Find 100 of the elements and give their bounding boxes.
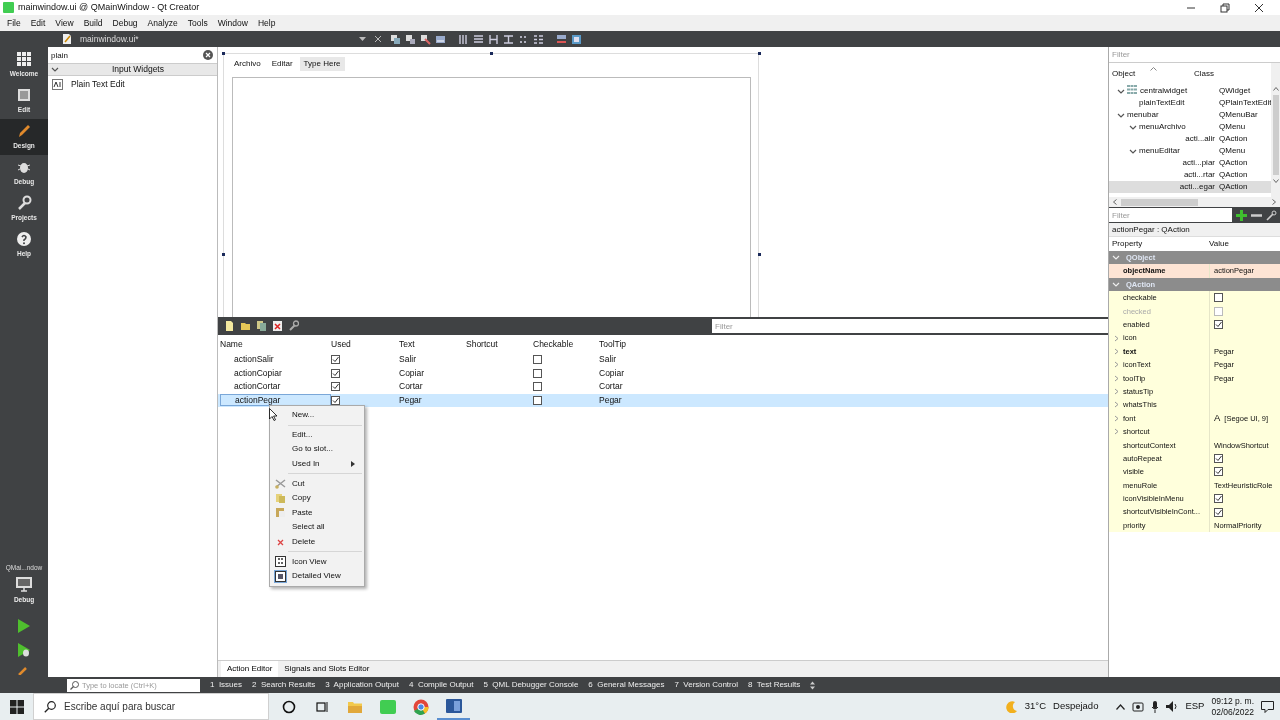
run-icon[interactable] xyxy=(17,619,31,633)
menu-item[interactable]: View xyxy=(50,16,79,30)
scroll-right-icon[interactable] xyxy=(1272,199,1276,205)
scroll-up-icon[interactable] xyxy=(1272,87,1279,91)
scroll-left-icon[interactable] xyxy=(1113,199,1117,205)
copy-icon[interactable] xyxy=(256,320,267,332)
menu-item[interactable]: Editar xyxy=(267,57,297,71)
notifications-icon[interactable] xyxy=(1261,700,1274,713)
column-header[interactable]: Text xyxy=(399,337,466,351)
language-indicator[interactable]: ESP xyxy=(1185,699,1205,714)
category-header[interactable]: Input Widgets xyxy=(48,63,217,76)
scrollbar[interactable] xyxy=(1271,63,1280,197)
cortana-circle-icon[interactable] xyxy=(281,699,296,714)
tree-row[interactable]: acti...rtar QAction xyxy=(1109,169,1272,181)
menu-item[interactable]: Window xyxy=(212,16,253,30)
output-pane-button[interactable]: 8 Test Results xyxy=(748,679,801,691)
clear-icon[interactable] xyxy=(203,50,213,60)
close-icon[interactable] xyxy=(1254,2,1264,13)
horizontal-splitter-icon[interactable] xyxy=(488,33,499,45)
grid-layout-icon[interactable] xyxy=(533,33,544,45)
up-down-arrows-icon[interactable] xyxy=(810,680,816,690)
column-header[interactable]: Value xyxy=(1209,238,1229,250)
tree-row[interactable]: menubar QMenuBar xyxy=(1109,109,1272,121)
filter-field[interactable]: Filter xyxy=(712,319,1108,333)
tree-row[interactable]: menuArchivo QMenu xyxy=(1109,121,1272,133)
wrench-icon[interactable] xyxy=(288,320,299,332)
checkbox[interactable] xyxy=(1214,293,1223,303)
tree-row[interactable]: acti...alir QAction xyxy=(1109,133,1272,145)
widget-item[interactable]: Plain Text Edit xyxy=(48,76,217,93)
resize-handle[interactable] xyxy=(758,52,761,55)
tab[interactable]: Signals and Slots Editor xyxy=(278,661,376,677)
break-layout-icon[interactable] xyxy=(556,33,567,45)
table-row[interactable]: actionPegar Pegar Pegar xyxy=(218,393,1108,407)
task-view-icon[interactable] xyxy=(314,699,329,714)
restore-icon[interactable] xyxy=(1220,2,1230,13)
menu-item[interactable]: Go to slot... xyxy=(270,442,364,457)
menu-item[interactable]: Edit xyxy=(25,16,51,30)
column-header[interactable]: Property xyxy=(1112,238,1209,250)
checkbox[interactable] xyxy=(1214,320,1223,330)
chevron-up-icon[interactable] xyxy=(1116,703,1126,710)
document-tab[interactable]: mainwindow.ui* xyxy=(80,32,139,46)
output-pane-button[interactable]: 7 Version Control xyxy=(674,679,738,691)
menu-item[interactable]: File xyxy=(2,16,26,30)
camera-icon[interactable] xyxy=(1132,701,1145,712)
menu-item[interactable]: Debug xyxy=(107,16,143,30)
menu-item[interactable]: Select all xyxy=(270,520,364,535)
checkbox[interactable] xyxy=(533,368,542,378)
checkbox[interactable] xyxy=(1214,454,1223,464)
output-pane-button[interactable]: 1 Issues xyxy=(210,679,242,691)
microphone-icon[interactable] xyxy=(1151,700,1160,713)
resize-handle[interactable] xyxy=(222,52,225,55)
menu-placeholder[interactable]: Type Here xyxy=(299,57,345,71)
table-row[interactable]: actionSalir Salir Salir xyxy=(218,353,1108,367)
menu-item[interactable]: Edit... xyxy=(270,427,364,443)
scroll-thumb[interactable] xyxy=(1121,198,1198,206)
scroll-down-icon[interactable] xyxy=(1272,179,1279,183)
tree-row[interactable]: plainTextEdit QPlainTextEdit xyxy=(1109,97,1272,109)
menu-item[interactable]: Paste xyxy=(270,505,364,521)
widget-editing-icon[interactable] xyxy=(390,33,401,45)
add-icon[interactable] xyxy=(1236,209,1247,221)
chevron-down-icon[interactable] xyxy=(1129,147,1137,155)
dropdown-icon[interactable] xyxy=(359,36,366,42)
chevron-down-icon[interactable] xyxy=(1117,87,1125,95)
checkbox[interactable] xyxy=(533,355,542,365)
menu-item[interactable]: Delete xyxy=(270,534,364,550)
form-layout-icon[interactable] xyxy=(518,33,529,45)
menu-item[interactable]: Detailed View xyxy=(270,568,364,584)
scroll-thumb[interactable] xyxy=(1272,95,1279,175)
output-pane-button[interactable]: 6 General Messages xyxy=(588,679,665,691)
column-header[interactable]: Object xyxy=(1112,68,1168,80)
output-pane-button[interactable]: 3 Application Output xyxy=(325,679,399,691)
output-pane-button[interactable]: 4 Compile Output xyxy=(409,679,474,691)
rows-icon[interactable] xyxy=(473,33,484,45)
menu-item[interactable]: Copy xyxy=(270,490,364,506)
tree-row[interactable]: acti...egar QAction xyxy=(1109,181,1272,193)
menu-item[interactable]: Tools xyxy=(182,16,213,30)
menu-item[interactable]: Cut xyxy=(270,476,364,491)
tree-row[interactable]: menuEditar QMenu xyxy=(1109,145,1272,157)
column-header[interactable]: Checkable xyxy=(533,337,599,351)
checkbox[interactable] xyxy=(331,355,340,365)
checkbox[interactable] xyxy=(1214,507,1223,517)
output-pane-button[interactable]: 5 QML Debugger Console xyxy=(483,679,579,691)
menu-item[interactable]: Analyze xyxy=(142,16,183,30)
tab[interactable]: Action Editor xyxy=(221,661,279,677)
checkbox[interactable] xyxy=(331,382,340,392)
resize-handle[interactable] xyxy=(490,52,493,55)
tree-row[interactable]: centralwidget QWidget xyxy=(1109,85,1272,97)
new-document-icon[interactable] xyxy=(224,320,235,332)
column-header[interactable]: Shortcut xyxy=(466,337,533,351)
menu-item[interactable]: Build xyxy=(78,16,108,30)
chevron-down-icon[interactable] xyxy=(1129,123,1137,131)
table-row[interactable]: actionCopiar Copiar Copiar xyxy=(218,366,1108,380)
scrollbar[interactable] xyxy=(1109,197,1280,207)
resize-handle[interactable] xyxy=(758,253,761,256)
folder-icon[interactable] xyxy=(240,320,251,332)
clock[interactable]: 09:12 p. m. 02/06/2022 xyxy=(1211,695,1254,718)
resize-handle[interactable] xyxy=(222,253,225,256)
columns-icon[interactable] xyxy=(458,33,469,45)
menu-item[interactable]: Used In xyxy=(270,456,364,472)
column-header[interactable]: ToolTip xyxy=(599,337,719,351)
